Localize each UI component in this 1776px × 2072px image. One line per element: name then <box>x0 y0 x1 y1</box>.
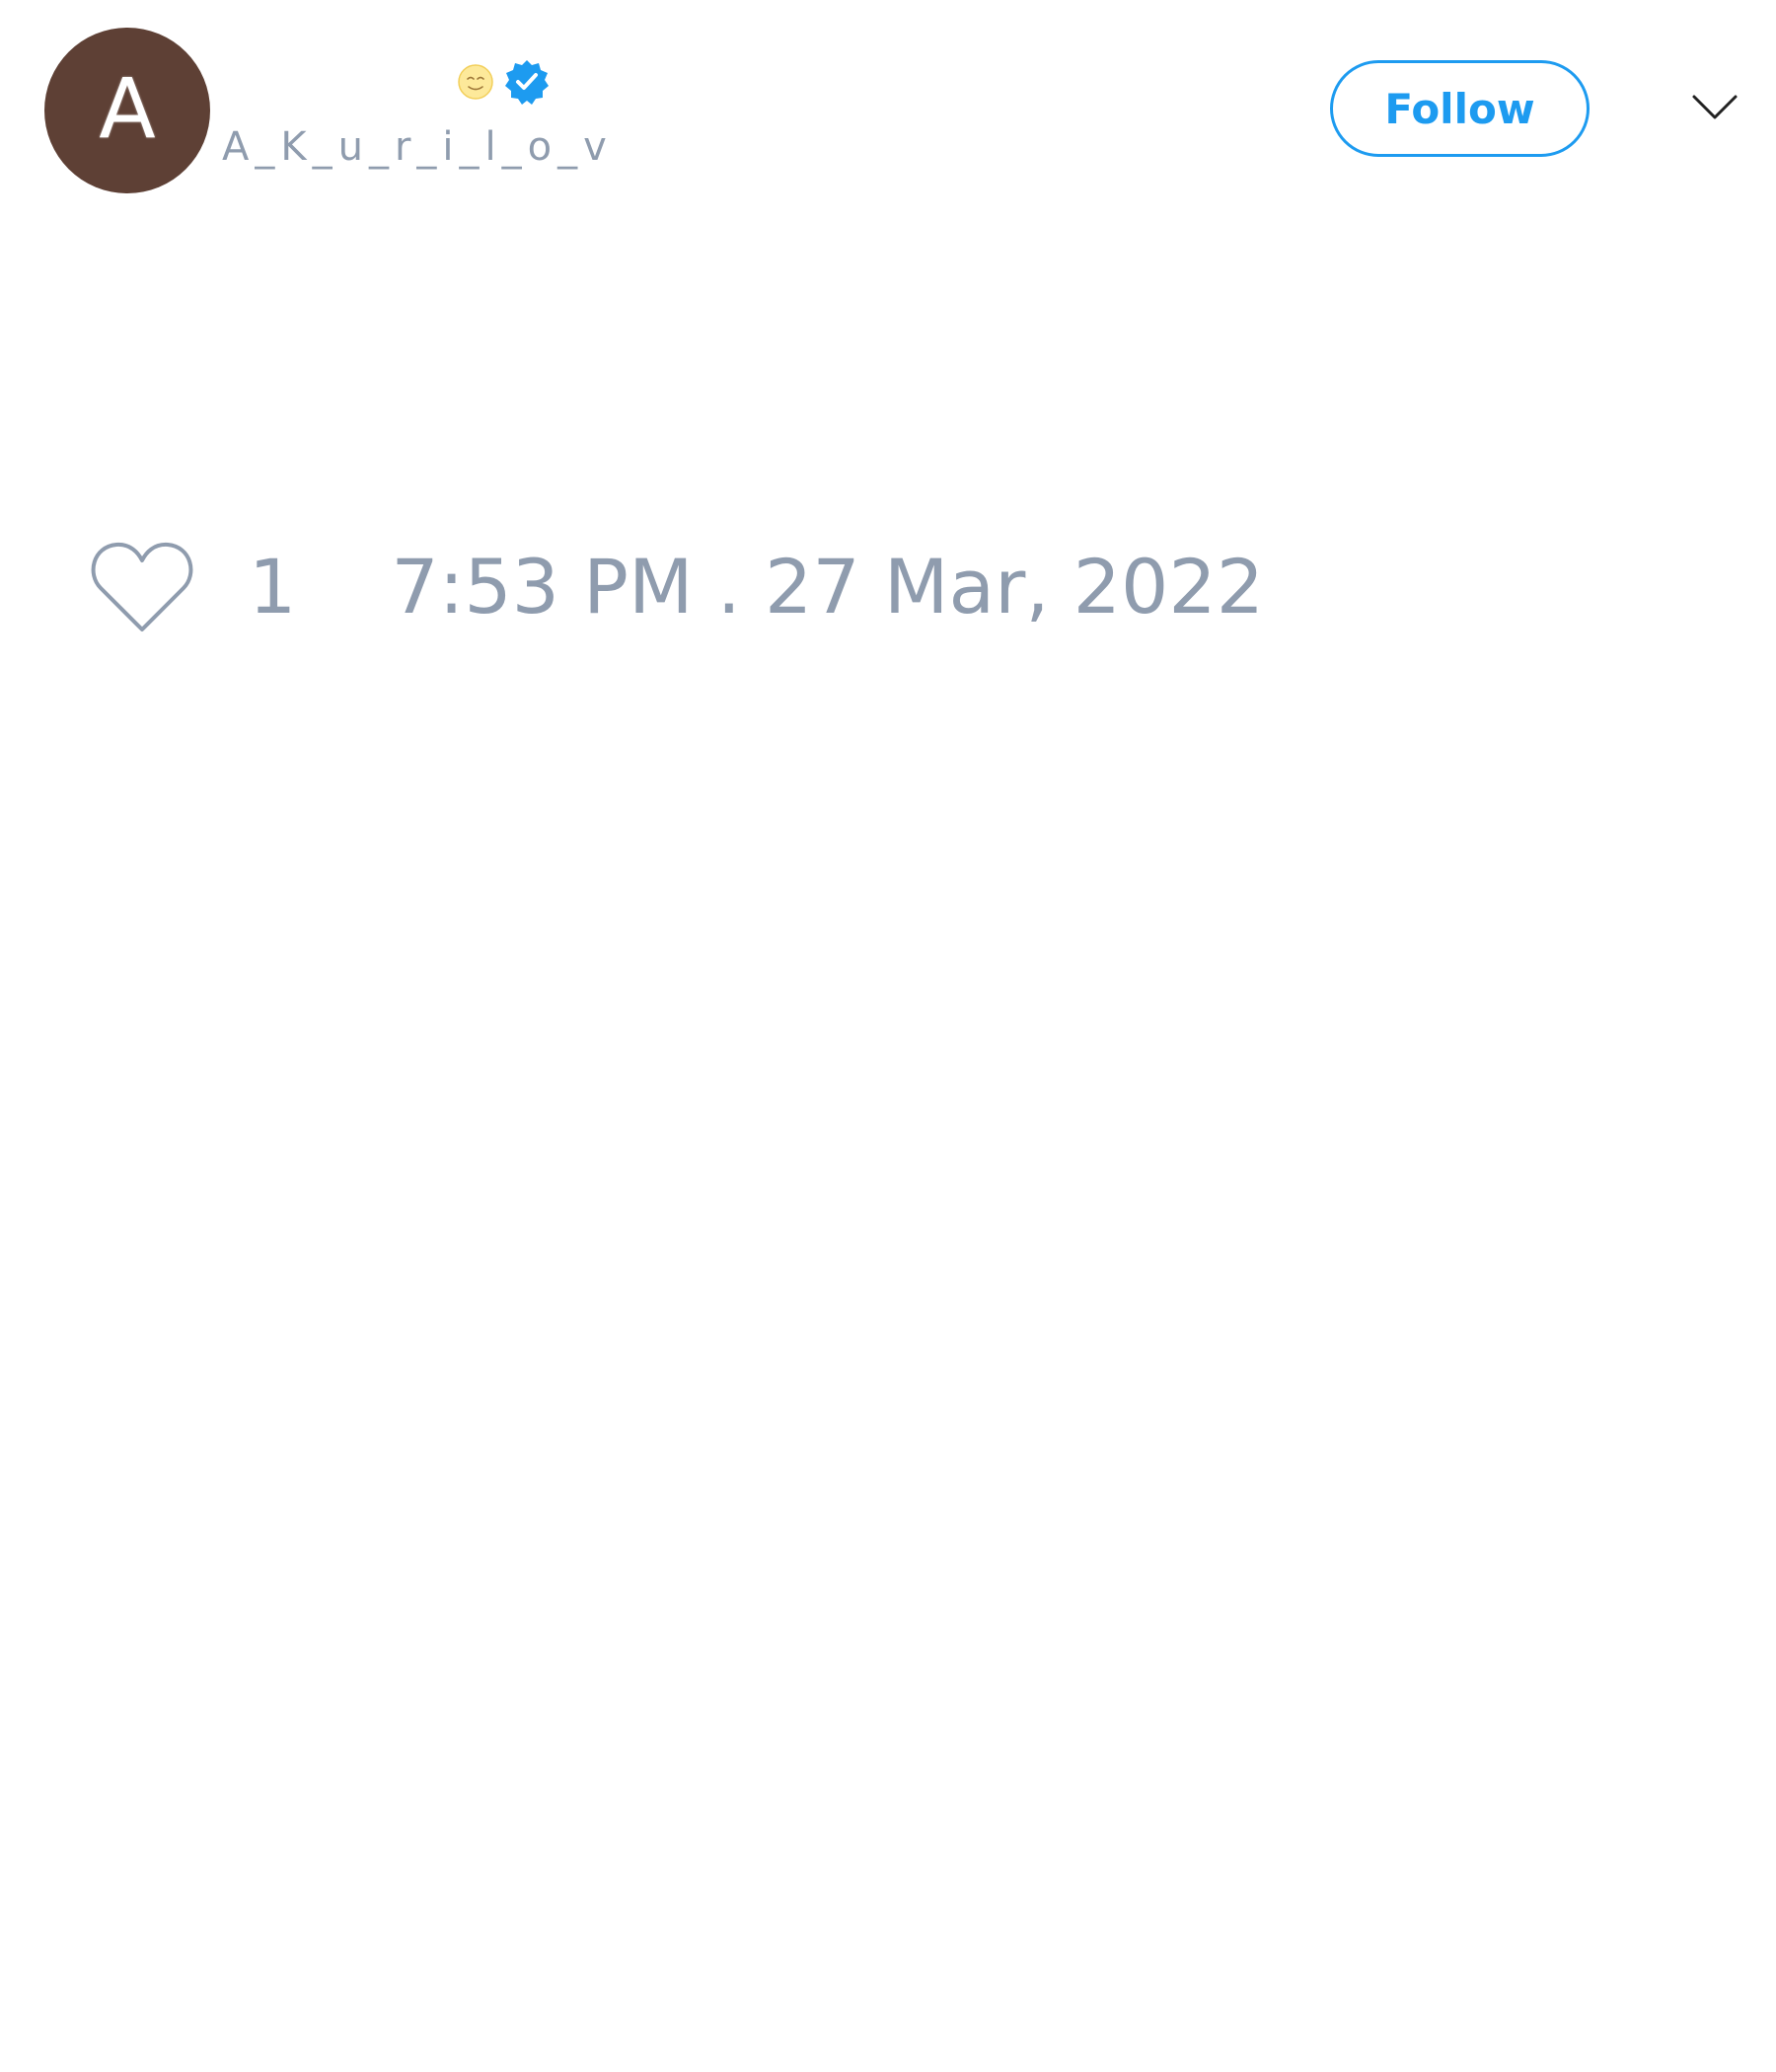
avatar[interactable]: A <box>44 28 210 193</box>
user-handle[interactable]: A_K_u_r_i_l_o_v <box>222 124 613 170</box>
like-button[interactable]: 1 <box>89 541 296 633</box>
follow-button[interactable]: Follow <box>1330 60 1590 157</box>
tweet-actions: 1 7:53 PM . 27 Mar, 2022 <box>89 538 1264 636</box>
like-count: 1 <box>249 543 297 630</box>
tweet-timestamp[interactable]: 7:53 PM . 27 Mar, 2022 <box>391 550 1264 625</box>
verified-badge-icon <box>505 60 549 105</box>
display-name-row[interactable] <box>456 57 551 107</box>
chevron-down-icon[interactable] <box>1691 93 1739 122</box>
slightly-smiling-face-icon <box>458 64 493 100</box>
avatar-letter: A <box>99 60 156 157</box>
tweet-card: A A_K_u_r_i_l_o_v Follow 1 7:53 PM . 27 … <box>0 0 1776 2072</box>
heart-icon <box>91 542 193 631</box>
